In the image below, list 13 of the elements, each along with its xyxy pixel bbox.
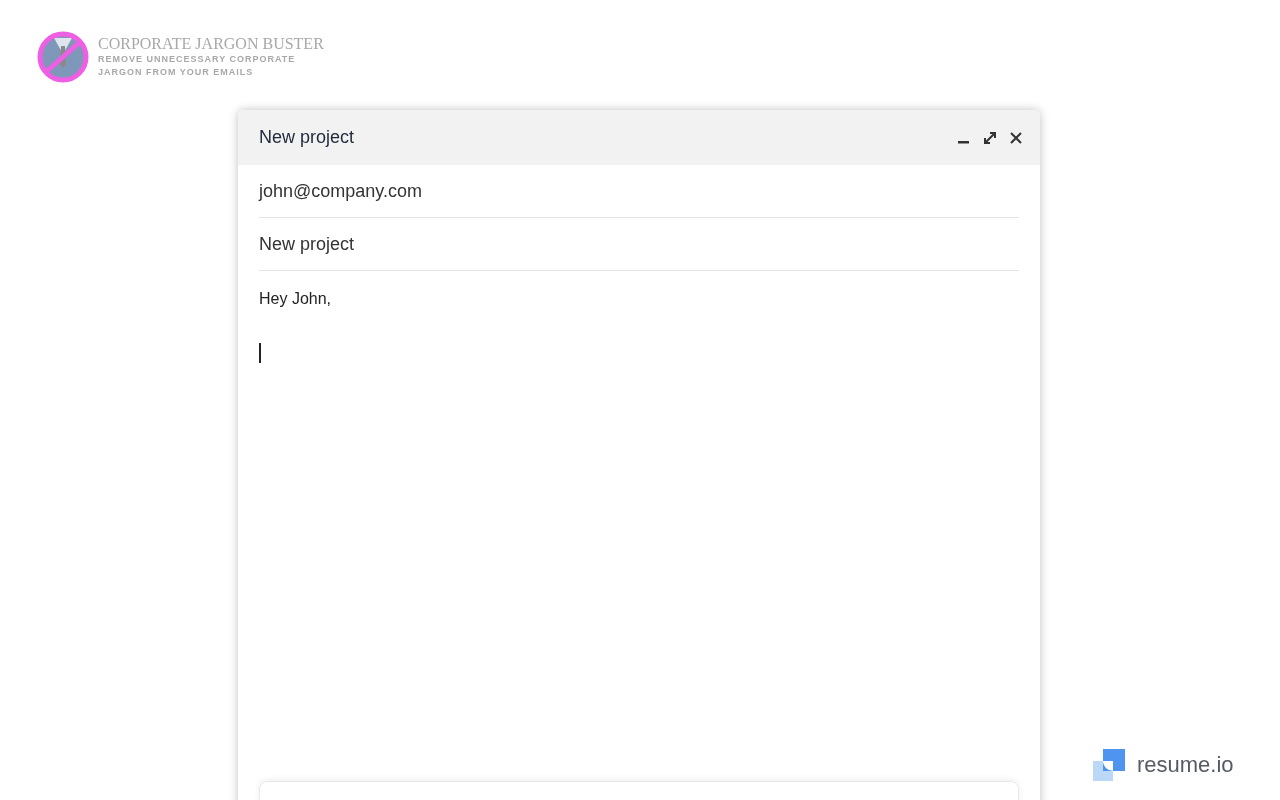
expand-icon[interactable] [982,129,998,146]
body-text: Hey John, [259,290,332,307]
recipient-field[interactable]: john@company.com [259,165,1019,218]
brand-title: CORPORATE JARGON BUSTER [98,35,325,53]
logo-icon [36,30,90,84]
logo-icon [1093,748,1125,781]
message-body[interactable]: Hey John, [259,271,1019,781]
text-cursor [259,343,261,363]
subject-field[interactable]: New project [259,218,1019,271]
close-icon[interactable] [1008,129,1024,146]
window-title: New project [259,126,355,149]
brand-name: resume.io [1137,751,1234,779]
brand-subtitle: REMOVE UNNECESSARY CORPORATE JARGON FROM YOUR EMAILS [98,53,297,79]
